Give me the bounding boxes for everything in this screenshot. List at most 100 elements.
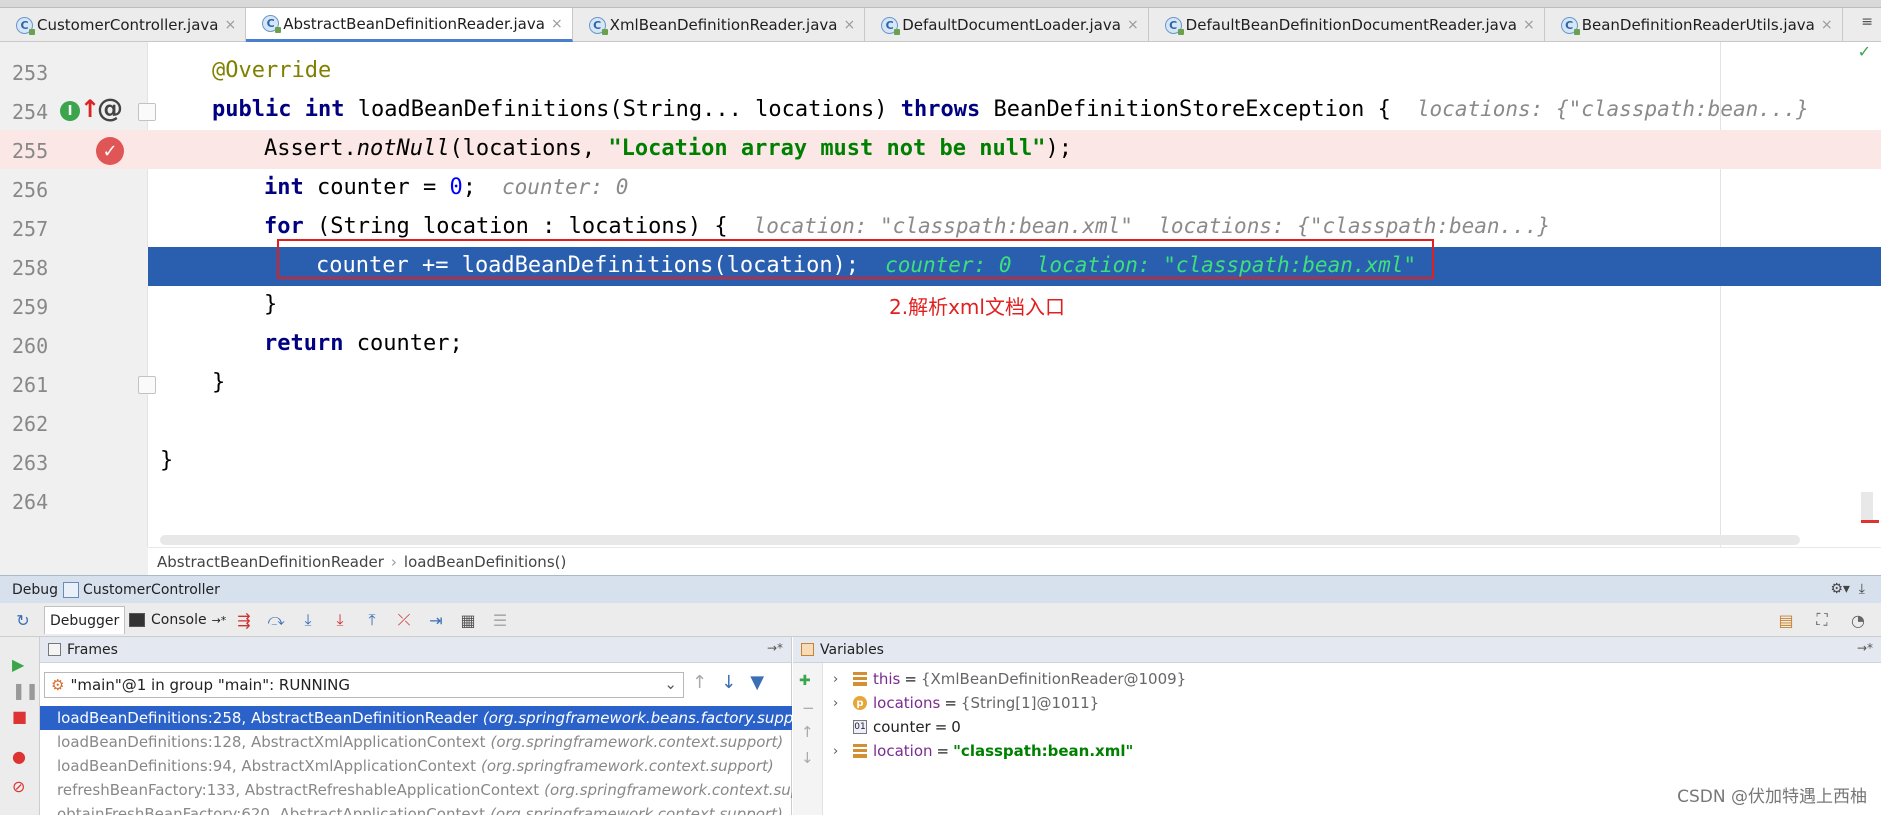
fold-marker-icon[interactable] — [138, 103, 156, 121]
frame-item[interactable]: obtainFreshBeanFactory:620, AbstractAppl… — [40, 802, 792, 815]
console-icon — [129, 613, 145, 627]
debug-title: Debug — [12, 581, 59, 598]
chevron-right-icon[interactable]: › — [833, 672, 847, 687]
primitive-icon: 01 — [853, 720, 867, 734]
tab-abstract-bean-definition-reader[interactable]: C AbstractBeanDefinitionReader.java × — [246, 8, 573, 42]
frames-icon — [48, 643, 61, 656]
line-number: 264 — [12, 490, 49, 514]
line-number: 258 — [12, 256, 49, 280]
close-icon[interactable]: × — [1127, 17, 1139, 33]
trace-icon[interactable]: ☰ — [489, 609, 511, 631]
settings-gear-icon[interactable]: ⚙▾ — [1830, 581, 1850, 597]
annotation-at-icon[interactable]: @ — [97, 94, 123, 124]
tab-console[interactable]: Console →* — [124, 606, 231, 634]
chevron-right-icon: › — [390, 552, 397, 571]
breadcrumb: AbstractBeanDefinitionReader › loadBeanD… — [148, 547, 1881, 575]
tab-debugger[interactable]: Debugger — [44, 606, 126, 634]
object-field-icon — [853, 672, 867, 686]
frame-item[interactable]: loadBeanDefinitions:258, AbstractBeanDef… — [40, 706, 792, 730]
step-into-icon[interactable]: ⤓ — [297, 609, 319, 631]
pin-arrow-icon[interactable]: →* — [1857, 641, 1873, 655]
thread-icon: ⚙ — [51, 676, 65, 694]
tab-default-bean-definition-document-reader[interactable]: C DefaultBeanDefinitionDocumentReader.ja… — [1149, 8, 1545, 42]
step-out-icon[interactable]: ⤒ — [361, 609, 383, 631]
tab-default-document-loader[interactable]: C DefaultDocumentLoader.java × — [865, 8, 1149, 42]
frame-item[interactable]: loadBeanDefinitions:94, AbstractXmlAppli… — [40, 754, 792, 778]
rerun-icon[interactable]: ↻ — [12, 609, 34, 631]
chevron-right-icon[interactable]: › — [833, 696, 847, 711]
tab-bean-definition-reader-utils[interactable]: C BeanDefinitionReaderUtils.java × — [1545, 8, 1843, 42]
fold-marker-icon[interactable] — [138, 376, 156, 394]
close-icon[interactable]: × — [551, 16, 563, 32]
variable-row-locations[interactable]: › p locations = {String[1]@1011} — [833, 691, 1186, 715]
frames-pane: Frames →* ⚙ "main"@1 in group "main": RU… — [40, 637, 792, 815]
tab-label: XmlBeanDefinitionReader.java — [609, 16, 838, 34]
parameter-icon: p — [853, 696, 867, 710]
memory-gauge-icon[interactable]: ◔ — [1847, 609, 1869, 631]
vertical-scrollbar[interactable] — [1861, 492, 1873, 522]
code-line-253: 253 @Override — [12, 58, 332, 85]
move-down-icon[interactable]: ↓ — [801, 749, 814, 767]
frame-item[interactable]: loadBeanDefinitions:128, AbstractXmlAppl… — [40, 730, 792, 754]
code-line-260: 260 return counter; — [12, 331, 463, 358]
tab-label: BeanDefinitionReaderUtils.java — [1581, 16, 1815, 34]
pin-arrow-icon: →* — [211, 613, 227, 627]
close-icon[interactable]: × — [843, 17, 855, 33]
breadcrumb-class[interactable]: AbstractBeanDefinitionReader — [157, 553, 384, 571]
show-execution-point-icon[interactable]: ⇶ — [233, 609, 255, 631]
tab-xml-bean-definition-reader[interactable]: C XmlBeanDefinitionReader.java × — [573, 8, 866, 42]
stepping-toolbar: ⇶ ⤼ ⤓ ⤓ ⤒ ⤫ ⇥ ▦ ☰ — [233, 609, 511, 631]
evaluate-expression-icon[interactable]: ▦ — [457, 609, 479, 631]
hide-panel-icon[interactable]: ⤓ — [1859, 581, 1865, 597]
line-number: 255 — [12, 139, 49, 163]
step-over-icon[interactable]: ⤼ — [265, 609, 287, 631]
variable-row-this[interactable]: › this = {XmlBeanDefinitionReader@1009} — [833, 667, 1186, 691]
resume-icon[interactable]: ▶ — [12, 655, 24, 674]
mute-breakpoints-icon[interactable]: ⊘ — [12, 777, 25, 796]
pause-icon[interactable]: ❚❚ — [12, 681, 39, 700]
thread-selector[interactable]: ⚙ "main"@1 in group "main": RUNNING ⌄ — [44, 672, 684, 698]
implements-method-icon[interactable]: I — [60, 101, 80, 121]
error-stripe-marker[interactable] — [1861, 520, 1879, 523]
debug-side-toolbar: ▶ ❚❚ ■ ● ⊘ — [0, 637, 40, 815]
restore-layout-icon[interactable]: ▤ — [1775, 609, 1797, 631]
close-icon[interactable]: × — [1821, 17, 1833, 33]
java-class-icon: C — [1560, 16, 1580, 35]
tab-list-menu-icon[interactable]: ≡ — [1861, 14, 1873, 30]
move-up-icon[interactable]: ↑ — [801, 723, 814, 741]
horizontal-scrollbar[interactable] — [160, 535, 1800, 545]
variables-icon — [801, 643, 814, 656]
new-watch-icon[interactable]: ✚ — [799, 673, 811, 689]
annotation-highlight-box — [277, 239, 1434, 279]
code-line-256: 256 int counter = 0; counter: 0 — [12, 175, 629, 202]
tab-label: AbstractBeanDefinitionReader.java — [283, 14, 545, 33]
run-config-name[interactable]: CustomerController — [83, 582, 220, 598]
previous-frame-icon[interactable]: ↑ — [692, 672, 707, 693]
next-frame-icon[interactable]: ↓ — [721, 672, 736, 693]
remove-watch-icon[interactable]: − — [802, 699, 815, 717]
code-line-261: 261 } — [12, 370, 226, 397]
stop-icon[interactable]: ■ — [12, 707, 27, 726]
pin-arrow-icon[interactable]: →* — [767, 641, 783, 655]
layout-settings-icon[interactable]: ⛶ — [1811, 609, 1833, 631]
view-breakpoints-icon[interactable]: ● — [12, 747, 26, 766]
breadcrumb-method[interactable]: loadBeanDefinitions() — [404, 553, 566, 571]
filter-icon[interactable]: ▼ — [750, 672, 764, 693]
code-editor[interactable]: ✓ 253 @Override 254 I ↑ @ public int loa… — [0, 42, 1881, 547]
code-line-255: 255 ✓ Assert.notNull(locations, "Locatio… — [0, 130, 1881, 169]
close-icon[interactable]: × — [1523, 17, 1535, 33]
variable-row-counter[interactable]: 01 counter = 0 — [833, 715, 1186, 739]
tab-customer-controller[interactable]: C CustomerController.java × — [0, 8, 247, 42]
variables-title: Variables — [820, 641, 884, 658]
variables-side-toolbar: ✚ − ↑ ↓ — [793, 663, 823, 815]
frame-item[interactable]: refreshBeanFactory:133, AbstractRefresha… — [40, 778, 792, 802]
force-step-into-icon[interactable]: ⤓ — [329, 609, 351, 631]
code-line-262: 262 — [0, 403, 1881, 442]
chevron-right-icon[interactable]: › — [833, 744, 847, 759]
drop-frame-icon[interactable]: ⤫ — [393, 609, 415, 631]
annotation-note: 2.解析xml文档入口 — [889, 295, 1065, 319]
close-icon[interactable]: × — [224, 17, 236, 33]
breakpoint-icon[interactable]: ✓ — [96, 137, 124, 165]
variable-row-location[interactable]: › location = "classpath:bean.xml" — [833, 739, 1186, 763]
run-to-cursor-icon[interactable]: ⇥ — [425, 609, 447, 631]
